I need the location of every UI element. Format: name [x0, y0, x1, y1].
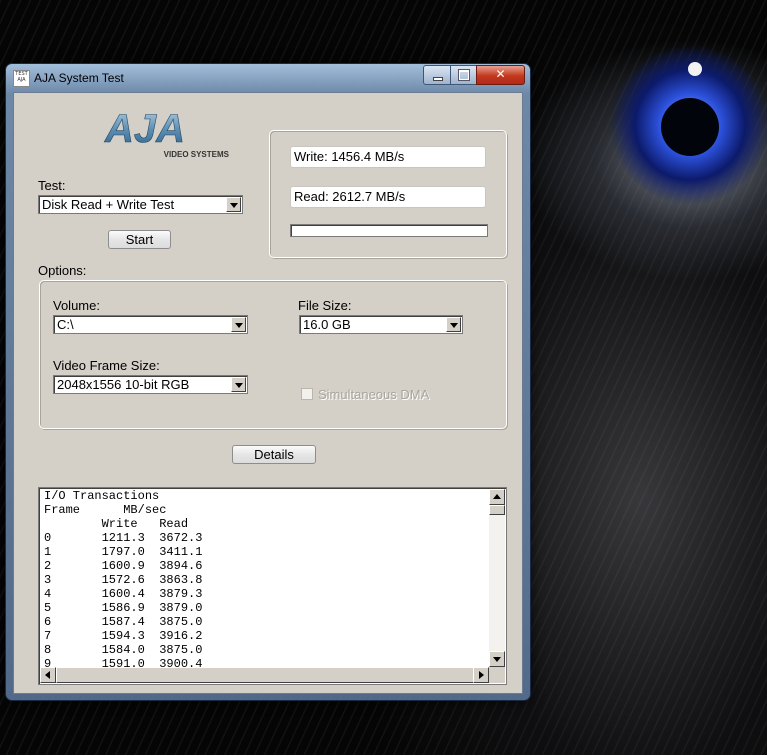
file-size-select[interactable]: 16.0 GB: [299, 315, 463, 334]
window-title: AJA System Test: [34, 71, 124, 85]
volume-label: Volume:: [53, 298, 100, 313]
volume-value: C:\: [57, 317, 74, 332]
aja-logo: AJA VIDEO SYSTEMS: [104, 108, 230, 159]
scroll-down-icon[interactable]: [489, 651, 505, 667]
results-group: Write: 1456.4 MB/s Read: 2612.7 MB/s: [269, 130, 507, 258]
chevron-down-icon[interactable]: [226, 197, 241, 212]
scrollbar-corner: [489, 667, 505, 683]
test-progress-bar: [290, 224, 488, 237]
video-frame-size-select[interactable]: 2048x1556 10-bit RGB: [53, 375, 248, 394]
minimize-button[interactable]: [423, 65, 451, 85]
maximize-button[interactable]: [450, 65, 477, 85]
test-label: Test:: [38, 178, 66, 193]
scroll-right-icon[interactable]: [473, 667, 489, 683]
read-speed-readout: Read: 2612.7 MB/s: [290, 186, 486, 208]
maximize-icon: [459, 70, 469, 80]
dialog-client-area: AJA VIDEO SYSTEMS Test: Disk Read + Writ…: [13, 92, 523, 694]
close-button[interactable]: ✕: [476, 65, 525, 85]
test-type-select[interactable]: Disk Read + Write Test: [38, 195, 243, 214]
app-icon: TEST AJA: [13, 70, 30, 87]
io-log-text: I/O Transactions Frame MB/sec Write Read…: [44, 489, 203, 671]
test-type-value: Disk Read + Write Test: [42, 197, 175, 212]
horizontal-scroll-thumb[interactable]: [56, 667, 475, 683]
chevron-down-icon[interactable]: [231, 377, 246, 392]
simultaneous-dma-checkbox: [301, 388, 313, 400]
wallpaper-eye-pupil: [661, 98, 719, 156]
vertical-scrollbar[interactable]: [489, 489, 505, 667]
video-frame-size-label: Video Frame Size:: [53, 358, 160, 373]
aja-system-test-window: TEST AJA AJA System Test ✕ AJA VIDEO SYS…: [5, 63, 531, 701]
start-button[interactable]: Start: [108, 230, 171, 249]
logo-tagline: VIDEO SYSTEMS: [164, 150, 230, 159]
file-size-value: 16.0 GB: [303, 317, 351, 332]
scroll-up-icon[interactable]: [489, 489, 505, 505]
options-label: Options:: [38, 263, 87, 278]
chevron-down-icon[interactable]: [231, 317, 246, 332]
details-button[interactable]: Details: [232, 445, 316, 464]
scroll-left-icon[interactable]: [40, 667, 56, 683]
options-group: [39, 280, 507, 429]
minimize-icon: [433, 77, 443, 81]
vertical-scroll-thumb[interactable]: [489, 505, 505, 515]
file-size-label: File Size:: [298, 298, 352, 313]
volume-select[interactable]: C:\: [53, 315, 248, 334]
close-icon: ✕: [495, 67, 506, 81]
io-transactions-log[interactable]: I/O Transactions Frame MB/sec Write Read…: [38, 487, 507, 685]
title-bar[interactable]: TEST AJA AJA System Test ✕: [6, 64, 530, 91]
wallpaper-eye-glint: [688, 62, 702, 76]
logo-brand: AJA: [104, 108, 185, 151]
chevron-down-icon[interactable]: [446, 317, 461, 332]
video-frame-size-value: 2048x1556 10-bit RGB: [57, 377, 190, 392]
simultaneous-dma-label: Simultaneous DMA: [318, 387, 430, 402]
write-speed-readout: Write: 1456.4 MB/s: [290, 146, 486, 168]
horizontal-scrollbar[interactable]: [40, 667, 489, 683]
